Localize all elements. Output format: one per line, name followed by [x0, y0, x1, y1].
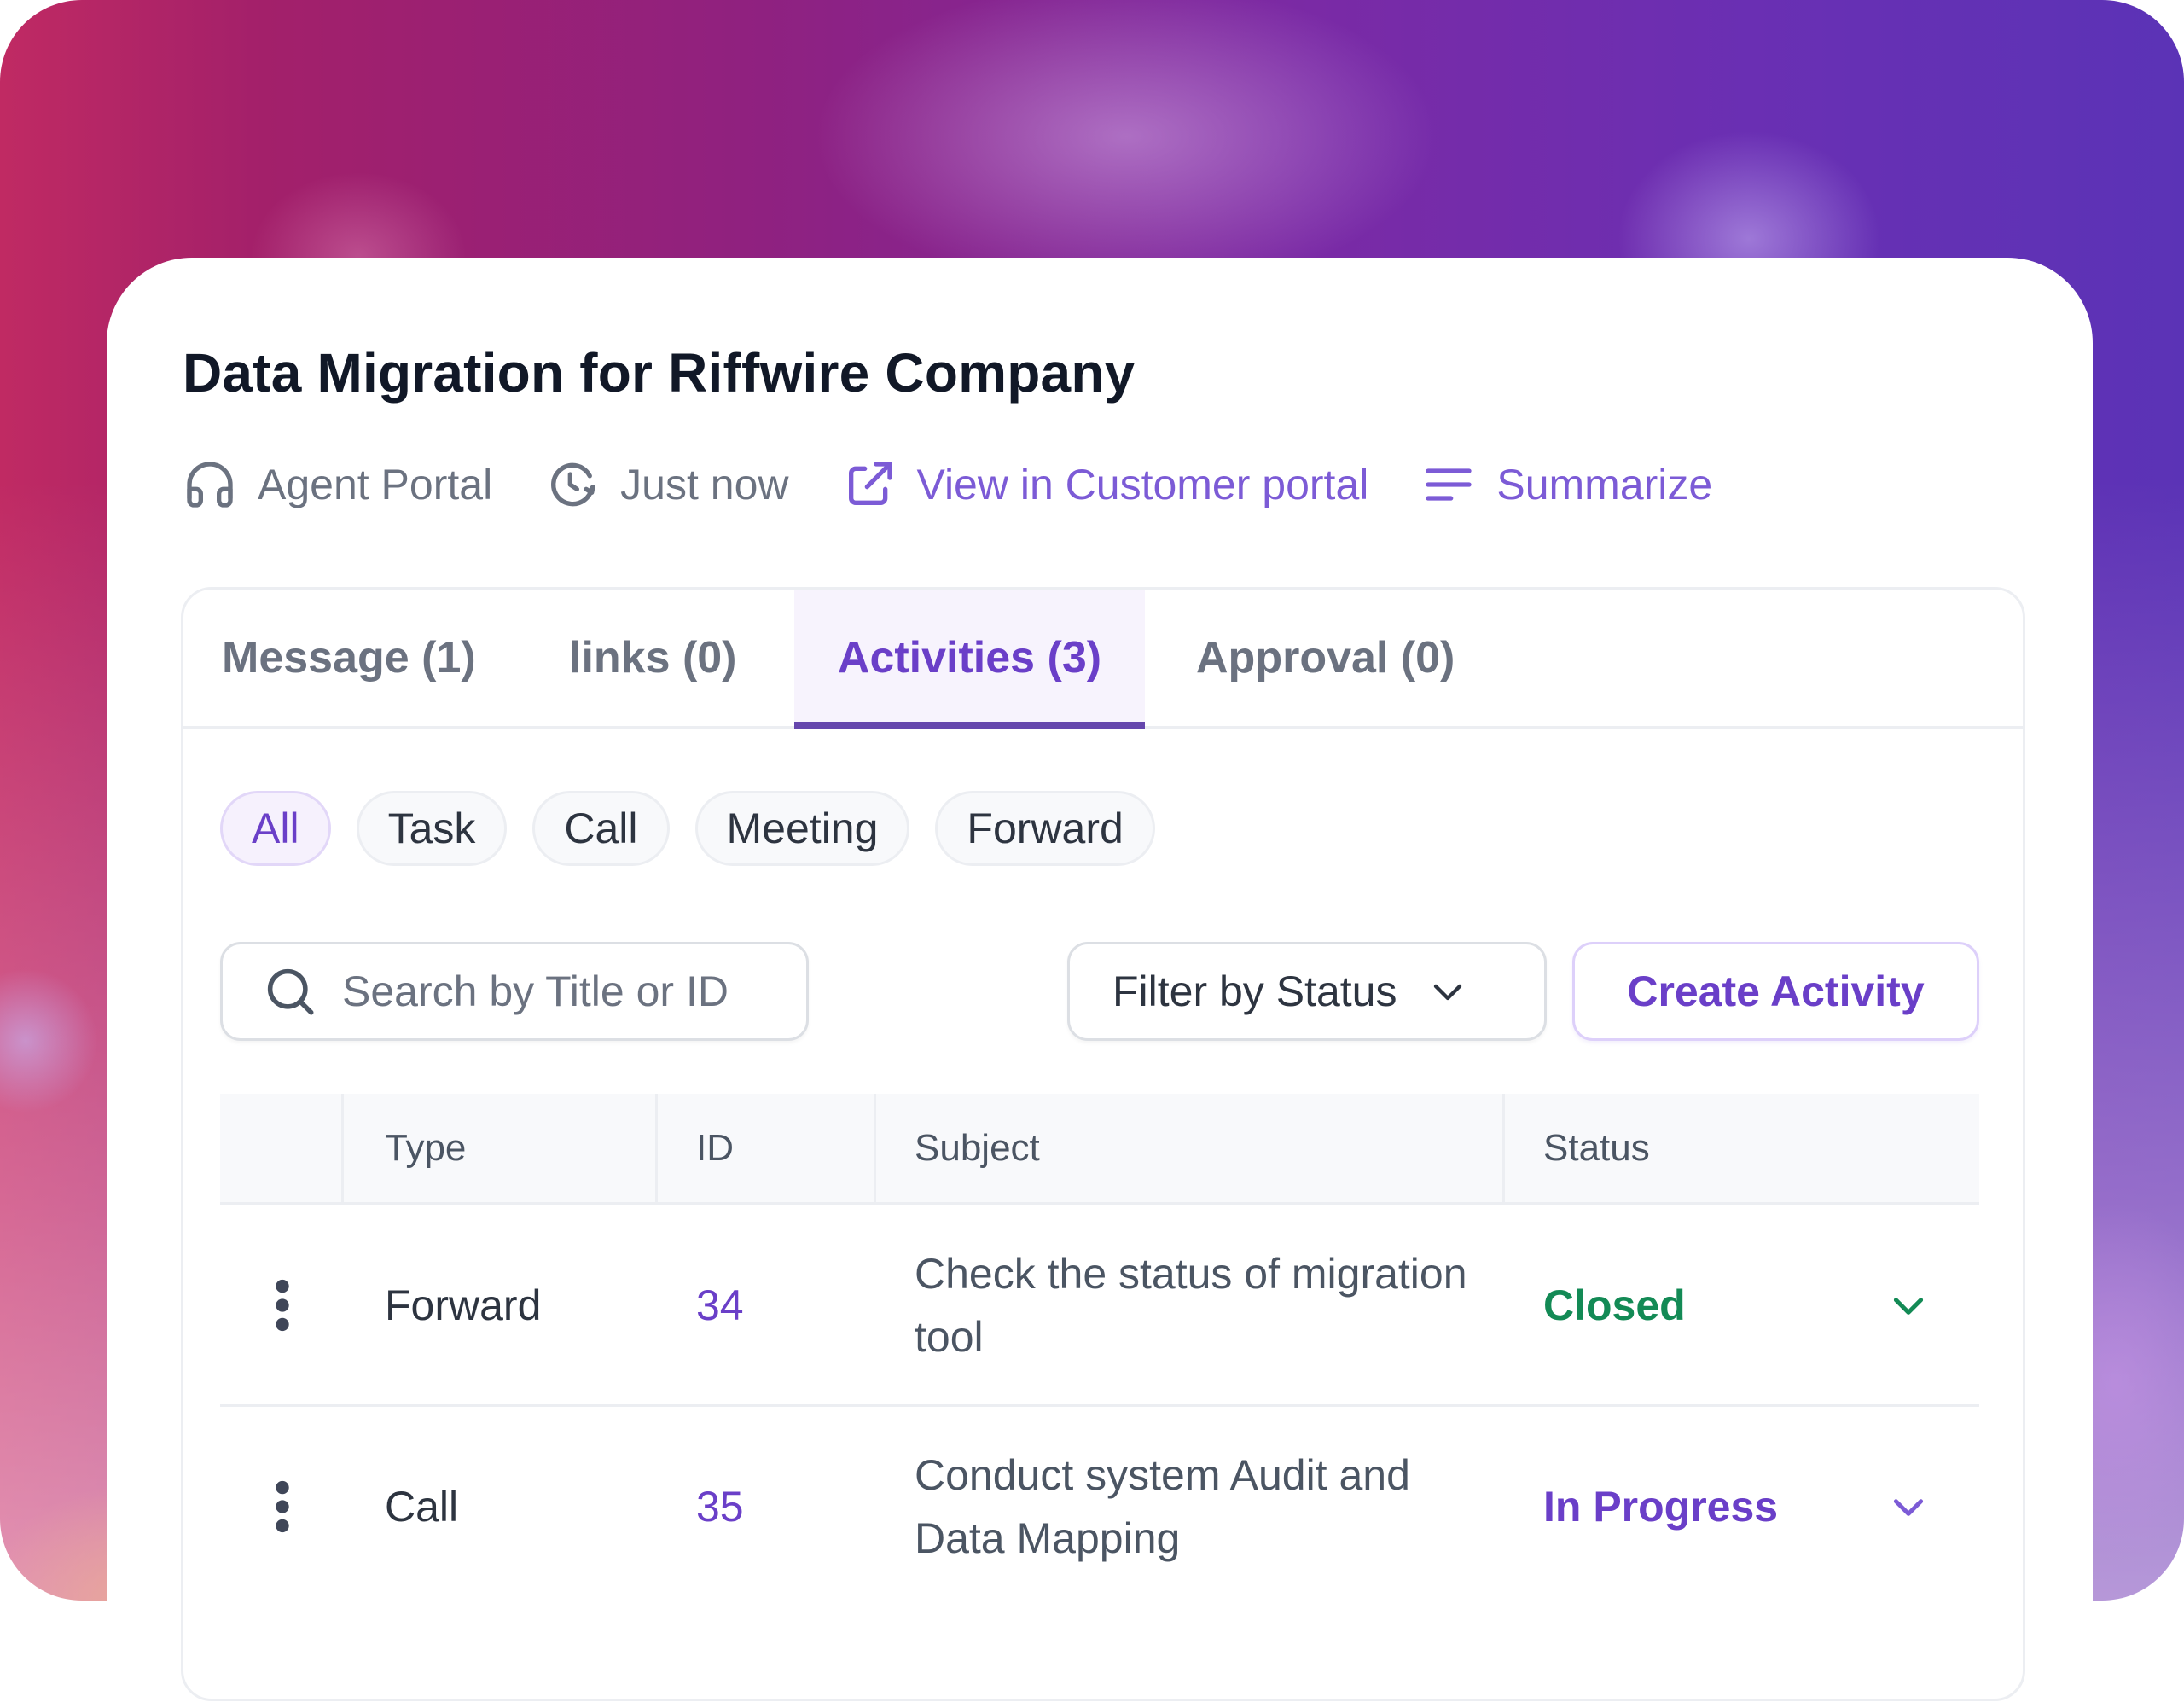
- table-row[interactable]: Call 35 Conduct system Audit and Data Ma…: [220, 1407, 1979, 1606]
- search-input[interactable]: [342, 967, 786, 1016]
- row-status: In Progress: [1505, 1407, 1979, 1606]
- updated-time-label: Just now: [620, 461, 789, 508]
- column-header-subject[interactable]: Subject: [876, 1094, 1505, 1202]
- page-title: Data Migration for Riffwire Company: [183, 342, 1136, 404]
- filter-by-status-dropdown[interactable]: Filter by Status: [1067, 942, 1547, 1041]
- tab-links-label: links (0): [569, 633, 737, 683]
- row-status-dropdown[interactable]: [1887, 1485, 1930, 1528]
- tab-approval[interactable]: Approval (0): [1145, 590, 1455, 726]
- activity-type-filter-chips: All Task Call Meeting Forward: [220, 791, 1181, 866]
- tab-approval-label: Approval (0): [1196, 633, 1455, 683]
- chevron-down-icon: [1893, 1297, 1924, 1315]
- column-header-type[interactable]: Type: [344, 1094, 658, 1202]
- search-box: [220, 942, 809, 1041]
- agent-portal-label: Agent Portal: [258, 461, 493, 508]
- chip-task[interactable]: Task: [356, 791, 508, 866]
- row-subject-text: Conduct system Audit and Data Mapping: [915, 1450, 1410, 1562]
- chip-meeting-label: Meeting: [726, 805, 879, 852]
- summarize-button[interactable]: Summarize: [1421, 457, 1712, 512]
- view-in-customer-portal-label: View in Customer portal: [916, 461, 1369, 508]
- kebab-menu-icon: [275, 1279, 289, 1331]
- chip-task-label: Task: [387, 805, 476, 852]
- tab-bar: Message (1) links (0) Activities (3) App…: [183, 590, 2023, 729]
- row-subject: Conduct system Audit and Data Mapping: [876, 1407, 1505, 1606]
- row-type: Forward: [385, 1281, 542, 1329]
- chevron-down-icon: [1434, 984, 1462, 1001]
- tab-activities[interactable]: Activities (3): [794, 590, 1145, 729]
- tab-links[interactable]: links (0): [569, 590, 737, 726]
- row-status: Closed: [1505, 1205, 1979, 1404]
- ticket-meta-row: Agent Portal Just now View in Customer p…: [183, 452, 1765, 517]
- view-in-customer-portal-link[interactable]: View in Customer portal: [842, 457, 1369, 512]
- tab-activities-label: Activities (3): [837, 633, 1102, 683]
- row-type: Call: [385, 1482, 459, 1531]
- headphones-icon: [187, 462, 233, 508]
- filter-by-status-label: Filter by Status: [1112, 967, 1397, 1015]
- table-row[interactable]: Forward 34 Check the status of migration…: [220, 1205, 1979, 1407]
- chip-forward-label: Forward: [967, 805, 1124, 852]
- create-activity-label: Create Activity: [1627, 967, 1925, 1015]
- row-status-dropdown[interactable]: [1887, 1284, 1930, 1327]
- summarize-label: Summarize: [1496, 461, 1713, 508]
- clock-history-icon: [551, 462, 595, 507]
- column-header-actions: [220, 1094, 344, 1202]
- status-badge: Closed: [1543, 1281, 1686, 1329]
- chip-call[interactable]: Call: [532, 791, 670, 866]
- chip-meeting[interactable]: Meeting: [694, 791, 910, 866]
- status-badge: In Progress: [1543, 1482, 1779, 1531]
- agent-portal-source: Agent Portal: [183, 457, 492, 512]
- table-header: Type ID Subject Status: [220, 1094, 1979, 1205]
- updated-time: Just now: [545, 457, 789, 512]
- chip-forward[interactable]: Forward: [935, 791, 1155, 866]
- column-header-id[interactable]: ID: [658, 1094, 876, 1202]
- kebab-menu-icon: [275, 1480, 289, 1532]
- search-icon: [267, 968, 314, 1015]
- create-activity-button[interactable]: Create Activity: [1572, 942, 1979, 1041]
- chip-all-label: All: [252, 805, 299, 852]
- row-actions-button[interactable]: [220, 1407, 344, 1606]
- chip-all[interactable]: All: [220, 791, 331, 866]
- chevron-down-icon: [1893, 1498, 1924, 1516]
- row-subject-text: Check the status of migration tool: [915, 1249, 1467, 1361]
- row-id-link[interactable]: 35: [658, 1407, 876, 1606]
- activities-table: Type ID Subject Status Forward 34 Check …: [220, 1094, 1979, 1606]
- chip-call-label: Call: [564, 805, 638, 852]
- column-header-status[interactable]: Status: [1505, 1094, 1979, 1202]
- row-subject: Check the status of migration tool: [876, 1205, 1505, 1404]
- row-id-link[interactable]: 34: [658, 1205, 876, 1404]
- row-actions-button[interactable]: [220, 1205, 344, 1404]
- summarize-lines-icon: [1426, 468, 1472, 501]
- tab-message-label: Message (1): [222, 633, 476, 683]
- external-link-icon: [848, 462, 892, 505]
